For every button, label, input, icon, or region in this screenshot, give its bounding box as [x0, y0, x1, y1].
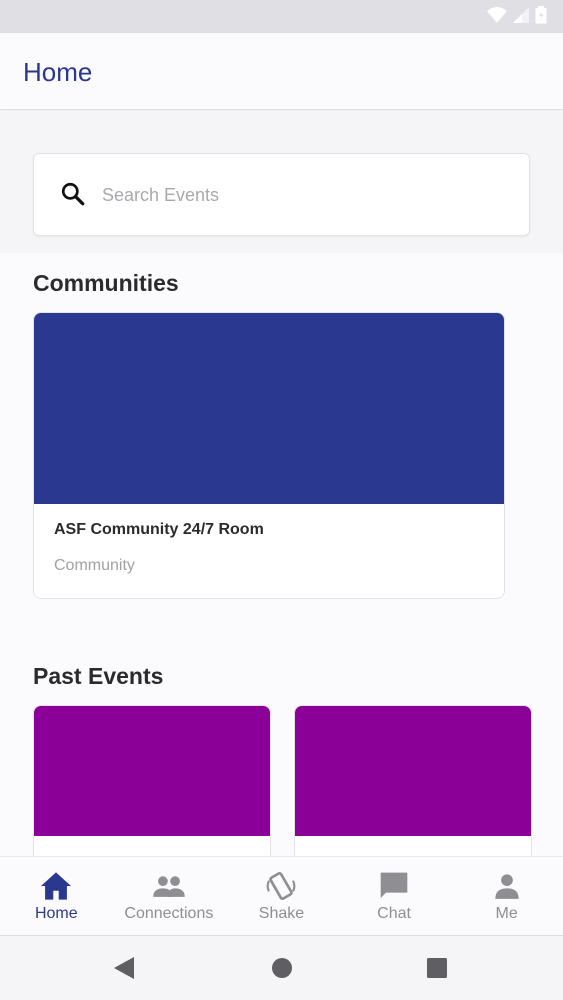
status-icons [487, 6, 547, 24]
community-type: Community [54, 557, 135, 574]
nav-label-connections: Connections [124, 905, 214, 922]
battery-icon [535, 6, 547, 24]
past-events-heading: Past Events [33, 663, 164, 689]
home-icon [41, 872, 72, 900]
nav-label-home: Home [34, 905, 78, 922]
nav-item-connections[interactable]: Connections [113, 857, 226, 935]
event-banner [295, 706, 531, 836]
nav-item-shake[interactable]: Shake [225, 857, 338, 935]
bottom-nav: Home Connections Shake Chat Me [0, 856, 563, 935]
search-box[interactable] [33, 153, 530, 236]
communities-heading: Communities [33, 270, 179, 296]
recents-icon[interactable] [426, 956, 448, 980]
nav-label-chat: Chat [377, 905, 411, 922]
community-name: ASF Community 24/7 Room [54, 521, 264, 538]
person-icon [495, 874, 519, 899]
home-circle-icon[interactable] [271, 956, 293, 980]
app-bar: Home [0, 33, 563, 110]
search-input[interactable] [102, 174, 502, 216]
nav-label-me: Me [495, 905, 518, 922]
nav-item-home[interactable]: Home [0, 857, 113, 935]
wifi-icon [487, 7, 507, 23]
nav-item-me[interactable]: Me [450, 857, 563, 935]
page-title: Home [23, 57, 93, 87]
chat-icon [380, 872, 408, 898]
signal-icon [513, 7, 529, 23]
people-icon [153, 876, 185, 897]
back-icon[interactable] [113, 956, 135, 980]
community-banner [34, 313, 504, 504]
search-area [0, 111, 563, 253]
community-card[interactable]: ASF Community 24/7 Room Community [33, 312, 505, 599]
shake-phone-icon [267, 872, 296, 900]
system-nav-bar [0, 935, 563, 1000]
nav-label-shake: Shake [258, 905, 305, 922]
search-icon [61, 182, 85, 206]
event-banner [34, 706, 270, 836]
nav-item-chat[interactable]: Chat [338, 857, 451, 935]
status-bar [0, 0, 563, 33]
